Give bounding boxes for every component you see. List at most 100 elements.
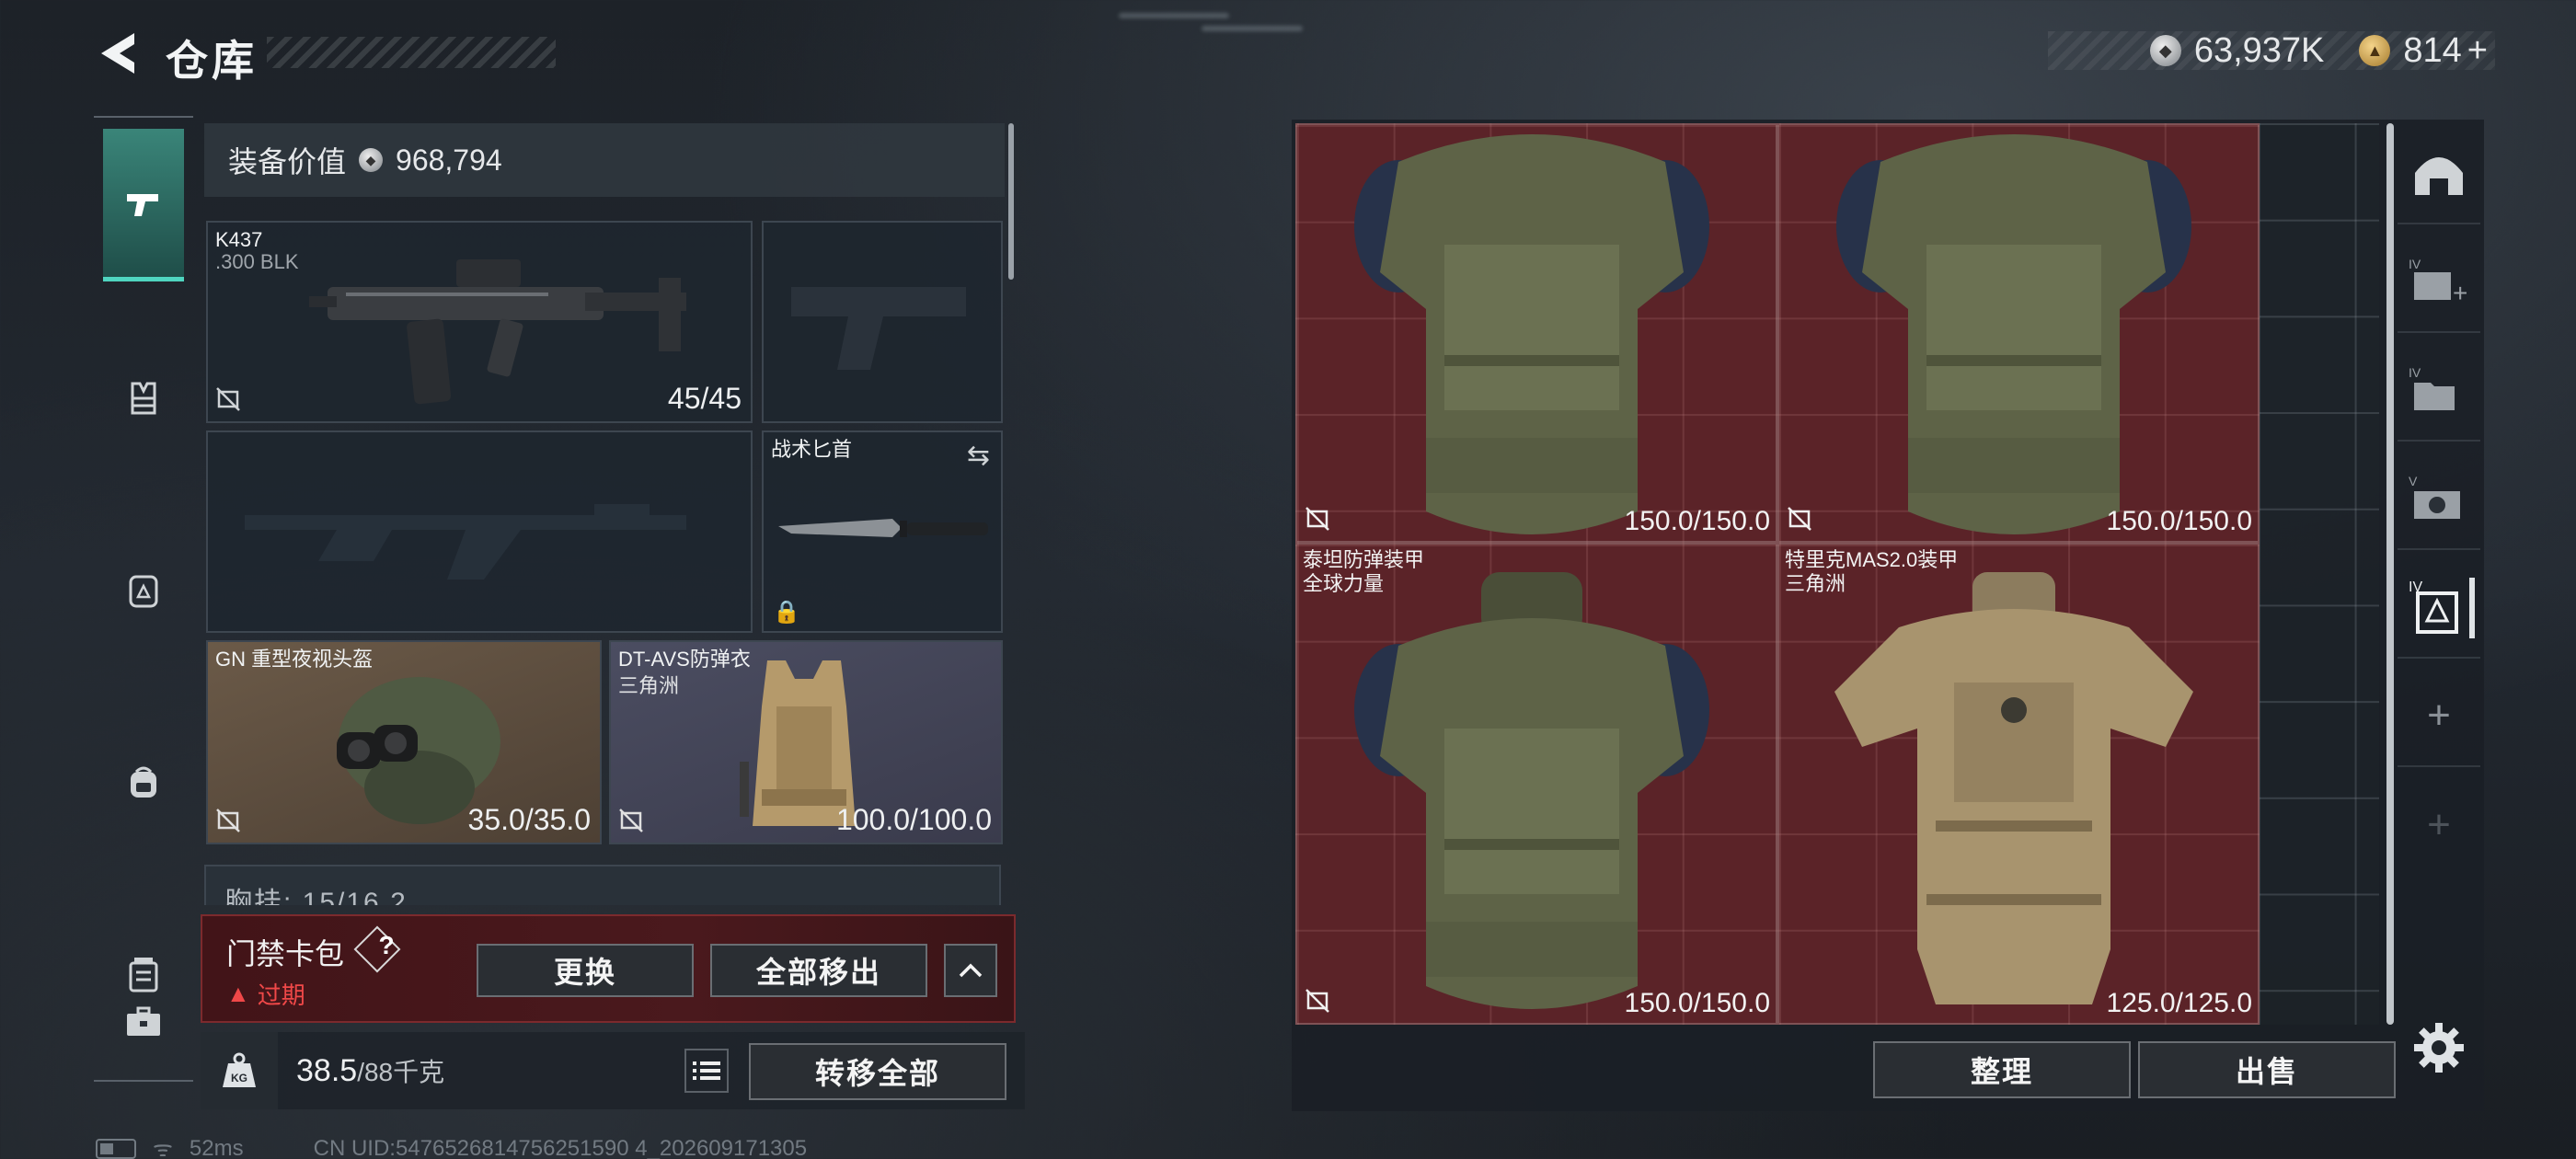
collapse-button[interactable]: [944, 944, 997, 997]
gold-coin-icon: ▲: [2359, 35, 2391, 66]
chest-rig-slot[interactable]: 胸挂: 15/16 2: [204, 865, 1001, 905]
armor-slot[interactable]: DT-AVS防弹衣 三角洲 100.0/100.0: [609, 640, 1003, 844]
svg-text:KG: KG: [231, 1072, 247, 1084]
chevron-up-icon: [959, 963, 983, 978]
transfer-all-button[interactable]: 转移全部: [749, 1043, 1006, 1100]
knife-image: [778, 519, 988, 537]
armor-faction: 三角洲: [618, 674, 680, 697]
nav-item-backpack[interactable]: [103, 706, 184, 859]
helmet-icon: [129, 575, 158, 608]
toolbox-icon: [127, 1006, 160, 1036]
plus-icon: +: [2427, 802, 2451, 847]
primary-weapon-ammo: 45/45: [667, 382, 742, 415]
weight-icon: KG: [201, 1032, 278, 1109]
armor-name: 泰坦防弹装甲: [1303, 548, 1425, 571]
list-view-button[interactable]: [684, 1049, 729, 1093]
storage-item-armor[interactable]: 150.0/150.0: [1295, 123, 1777, 543]
armor-faction: 全球力量: [1303, 572, 1385, 595]
replace-button[interactable]: 更换: [477, 944, 694, 997]
svg-text:IV: IV: [2409, 365, 2421, 380]
armor-image: [1836, 134, 2191, 534]
helmet-durability: 35.0/35.0: [467, 803, 591, 836]
system-status-bar: ᯤ 52ms CN UID:5476526814756251590 4_2026…: [96, 1133, 807, 1159]
warning-icon: ▲: [226, 980, 250, 1007]
no-share-icon: [216, 809, 240, 832]
carry-weight: 38.5/88千克: [296, 1052, 444, 1089]
equipment-value: 968,794: [396, 143, 502, 177]
lock-icon: 🔒: [773, 600, 800, 625]
armor-durability: 150.0/150.0: [2106, 506, 2252, 536]
helmet-slot[interactable]: GN 重型夜视头盔 35.0/35.0: [206, 640, 602, 844]
help-icon[interactable]: ?: [370, 931, 403, 960]
access-card-bar: 门禁卡包 ? ▲ 过期 更换 全部移出: [201, 914, 1016, 1023]
vest-iv-icon: IV: [2409, 580, 2458, 634]
gold-currency-value: 814: [2403, 30, 2462, 70]
no-share-icon: [1305, 989, 1329, 1013]
equipment-value-label: 装备价值: [228, 145, 347, 178]
storage-item-titan-armor[interactable]: 泰坦防弹装甲 全球力量 150.0/150.0: [1295, 543, 1777, 1025]
armor-image: [1354, 572, 1709, 1009]
svg-text:IV: IV: [2409, 257, 2421, 271]
nav-item-vest[interactable]: [103, 322, 184, 475]
armor-name: 特里克MAS2.0装甲: [1785, 548, 1959, 571]
no-share-icon: [619, 809, 643, 832]
access-card-title: 门禁卡包: [226, 937, 345, 970]
loadout-scrollbar[interactable]: [1008, 123, 1014, 280]
no-share-icon: [216, 387, 240, 411]
melee-slot[interactable]: 战术匕首 ⇆ 🔒: [762, 430, 1003, 633]
secondary-weapon-slot[interactable]: [762, 221, 1003, 423]
storage-tab-iv-plus[interactable]: IV +: [2398, 232, 2480, 333]
no-share-icon: [1305, 507, 1329, 531]
nav-item-weapons[interactable]: [103, 129, 184, 281]
pistol-icon: [127, 193, 158, 216]
vest-harness-icon: [131, 382, 156, 415]
swap-icon[interactable]: ⇆: [967, 440, 990, 472]
silver-currency-value: 63,937K: [2193, 30, 2325, 70]
card-iv-plus-icon: IV +: [2409, 257, 2467, 307]
no-share-icon: [1788, 507, 1811, 531]
page-title: 仓库: [166, 37, 258, 85]
plus-icon: +: [2427, 693, 2451, 738]
silver-coin-icon: ◆: [2149, 35, 2181, 66]
add-currency-button[interactable]: +: [2467, 31, 2488, 71]
storage-tab-main[interactable]: [2398, 123, 2480, 224]
rifle-placeholder-icon: [245, 504, 686, 580]
nav-item-toolbox[interactable]: [103, 1006, 184, 1069]
back-arrow-icon[interactable]: [92, 28, 138, 79]
storage-grid: 150.0/150.0 150.0/150.0 泰坦防弹装甲 全球力量 150.…: [1295, 123, 2379, 1025]
sell-button[interactable]: 出售: [2138, 1041, 2396, 1098]
carry-weight-value: 38.5: [296, 1053, 358, 1088]
storage-tab-iv-vest[interactable]: IV: [2398, 557, 2480, 659]
nav-item-helmet[interactable]: [103, 515, 184, 668]
svg-text:+: +: [2453, 279, 2467, 307]
backpack-icon: [131, 766, 156, 798]
ping-value: 52ms: [189, 1135, 244, 1159]
expired-label: 过期: [257, 981, 305, 1009]
storage-tab-add-locked[interactable]: +: [2398, 775, 2480, 876]
second-weapon-slot[interactable]: [206, 430, 753, 633]
svg-text:V: V: [2409, 474, 2418, 488]
storage-tab-add[interactable]: +: [2398, 666, 2480, 767]
melee-name: 战术匕首: [771, 438, 853, 461]
silver-coin-icon: ◆: [359, 148, 384, 172]
currency-bar: ◆ 63,937K ▲ 814 +: [2048, 31, 2495, 70]
sort-button[interactable]: 整理: [1873, 1041, 2131, 1098]
battery-icon: [96, 1138, 136, 1159]
category-nav: [94, 116, 193, 1082]
armor-image: [1834, 572, 2193, 1004]
storage-scrollbar[interactable]: [2386, 123, 2394, 1025]
remove-all-button[interactable]: 全部移出: [710, 944, 927, 997]
primary-weapon-slot[interactable]: K437 .300 BLK 45/45: [206, 221, 753, 423]
storage-item-mas-armor[interactable]: 特里克MAS2.0装甲 三角洲 125.0/125.0: [1777, 543, 2260, 1025]
armor-durability: 150.0/150.0: [1624, 506, 1770, 536]
storage-tab-v-camera[interactable]: V: [2398, 449, 2480, 550]
list-icon: [693, 1061, 720, 1080]
storage-item-armor[interactable]: 150.0/150.0: [1777, 123, 2260, 543]
primary-weapon-caliber: .300 BLK: [215, 250, 299, 273]
wifi-icon: ᯤ: [153, 1137, 173, 1159]
carry-weight-max: /88千克: [357, 1058, 445, 1086]
title-decoration: [267, 37, 556, 68]
gear-icon[interactable]: [2412, 1021, 2466, 1074]
armor-title: 泰坦防弹装甲 全球力量: [1303, 548, 1424, 596]
storage-tab-iv-folder[interactable]: IV: [2398, 340, 2480, 442]
